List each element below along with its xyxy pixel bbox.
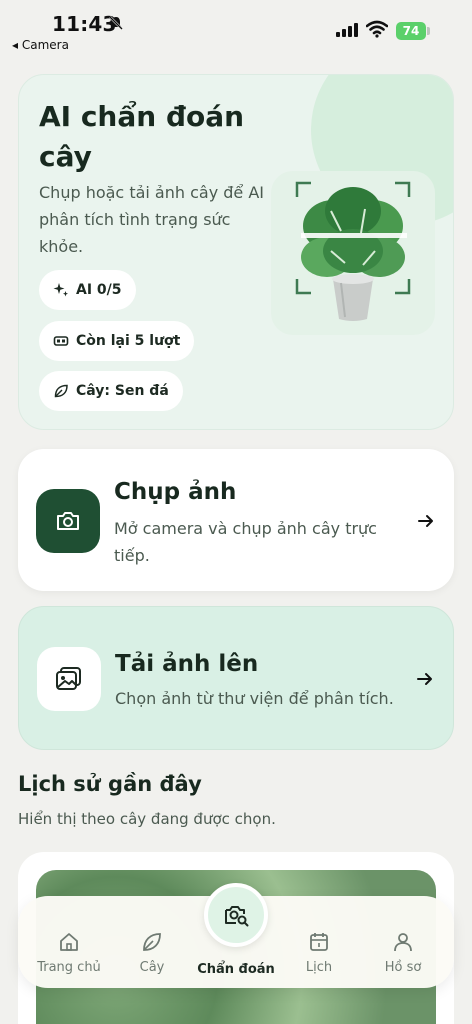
battery-indicator: 74: [396, 22, 426, 40]
nav-item-plants[interactable]: Cây: [112, 930, 192, 975]
nav-item-profile[interactable]: Hồ sơ: [363, 930, 443, 975]
signal-icon: [336, 23, 358, 37]
status-bar: 11:43 ◂ Camera 74: [0, 0, 472, 60]
camera-icon-tile: [36, 489, 100, 553]
hero-card: AI chẩn đoán cây Chụp hoặc tải ảnh cây đ…: [18, 74, 454, 430]
selected-plant-chip[interactable]: Cây: Sen đá: [39, 371, 183, 411]
arrow-right-icon: [417, 673, 432, 685]
upload-photo-title: Tải ảnh lên: [115, 651, 259, 677]
remaining-uses-chip: Còn lại 5 lượt: [39, 321, 195, 361]
nav-item-calendar[interactable]: Lịch: [279, 930, 359, 975]
leaf-icon: [143, 933, 161, 951]
history-heading: Lịch sử gần đây: [18, 772, 202, 796]
camera-search-icon: [225, 906, 249, 927]
selected-plant-label: Cây: Sen đá: [76, 383, 169, 399]
take-photo-card[interactable]: Chụp ảnh Mở camera và chụp ảnh cây trực …: [18, 449, 454, 591]
back-to-app-link[interactable]: ◂ Camera: [12, 38, 69, 52]
hero-description: Chụp hoặc tải ảnh cây để AI phân tích tì…: [39, 183, 264, 256]
camera-icon: [57, 512, 79, 530]
ticket-icon: [53, 336, 69, 346]
nav-label-profile: Hồ sơ: [384, 960, 422, 975]
nav-item-home[interactable]: Trang chủ: [29, 930, 109, 975]
nav-label-plants: Cây: [139, 960, 165, 975]
wifi-icon: [366, 20, 388, 38]
diagnosis-fab-button[interactable]: [204, 883, 268, 947]
calendar-icon: [310, 933, 328, 951]
ai-quota-label: AI 0/5: [76, 282, 122, 298]
ai-quota-chip: AI 0/5: [39, 270, 136, 310]
sparkle-icon: [53, 283, 68, 297]
status-time: 11:43: [52, 12, 117, 36]
take-photo-title: Chụp ảnh: [114, 479, 237, 505]
leaf-icon: [54, 384, 68, 398]
home-icon: [60, 933, 78, 951]
nav-label-home: Trang chủ: [37, 960, 101, 975]
history-subtitle: Hiển thị theo cây đang được chọn.: [18, 810, 276, 828]
battery-tip: [427, 27, 430, 35]
take-photo-subtitle: Mở camera và chụp ảnh cây trực tiếp.: [114, 519, 377, 565]
upload-photo-subtitle: Chọn ảnh từ thư viện để phân tích.: [115, 689, 394, 708]
nav-label-calendar: Lịch: [305, 960, 333, 975]
plant-scan-illustration: [271, 171, 435, 335]
upload-photo-card[interactable]: Tải ảnh lên Chọn ảnh từ thư viện để phân…: [18, 606, 454, 750]
user-icon: [394, 933, 412, 952]
nav-label-diagnosis: Chẩn đoán: [197, 962, 275, 977]
bell-muted-icon: [109, 16, 123, 30]
arrow-right-icon: [418, 515, 433, 527]
hero-title: AI chẩn đoán cây: [39, 100, 245, 173]
nav-item-diagnosis[interactable]: Chẩn đoán: [196, 962, 276, 977]
scan-plant-icon: [295, 181, 411, 321]
remaining-uses-label: Còn lại 5 lượt: [76, 333, 181, 349]
gallery-icon-tile: [37, 647, 101, 711]
gallery-icon: [56, 667, 81, 690]
